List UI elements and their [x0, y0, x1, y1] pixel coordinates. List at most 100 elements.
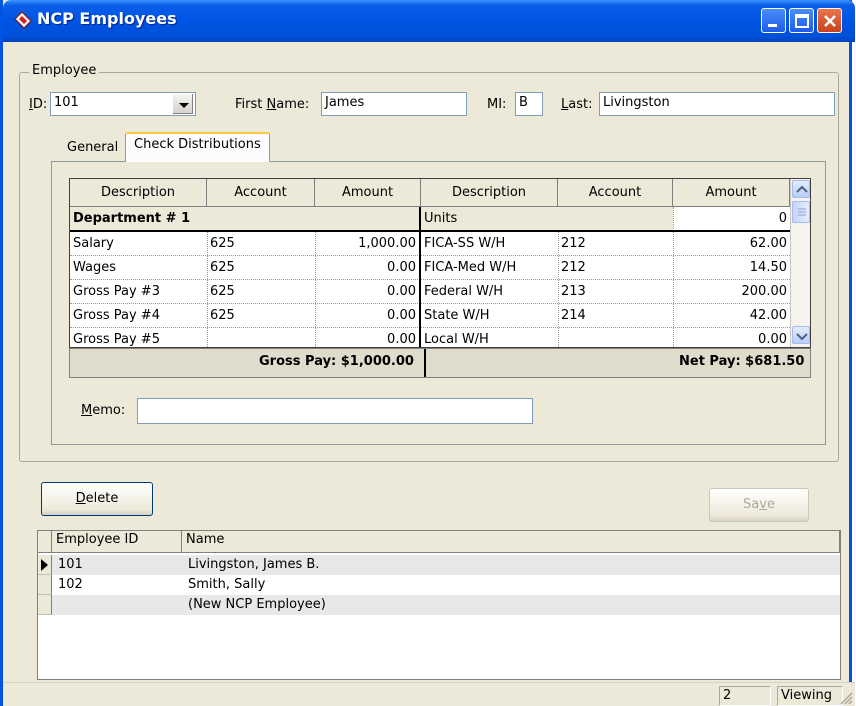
totals-separator: [424, 349, 426, 377]
mi-value: B: [519, 95, 528, 110]
close-icon: [824, 15, 836, 27]
column-header-left-account[interactable]: Account: [207, 179, 315, 207]
row1-right-description[interactable]: FICA-SS W/H: [421, 232, 558, 256]
column-header-right-amount[interactable]: Amount: [673, 179, 790, 207]
scroll-up-icon: [796, 185, 808, 193]
list-cell-id: 102: [58, 577, 83, 592]
first-name-label: First Name:: [235, 97, 310, 112]
column-header-left-amount[interactable]: Amount: [315, 179, 421, 207]
memo-field[interactable]: [137, 398, 533, 424]
department-label: Department # 1: [70, 207, 421, 231]
list-corner: [38, 531, 52, 553]
status-mode: Viewing: [777, 686, 843, 706]
last-name-value: Livingston: [603, 95, 670, 110]
row1-left-account[interactable]: 625: [207, 232, 315, 256]
row5-right-description[interactable]: Local W/H: [421, 328, 558, 347]
maximize-icon: [795, 14, 809, 28]
row-selector[interactable]: [38, 555, 52, 575]
grid-vertical-scrollbar[interactable]: [790, 179, 810, 347]
window-title: NCP Employees: [37, 9, 177, 28]
row3-right-amount[interactable]: 200.00: [673, 280, 790, 304]
list-cell-name: Smith, Sally: [188, 577, 266, 592]
row5-right-amount[interactable]: 0.00: [673, 328, 790, 347]
row1-left-amount[interactable]: 1,000.00: [315, 232, 419, 256]
column-header-name[interactable]: Name: [182, 531, 840, 553]
row2-right-account[interactable]: 212: [558, 256, 673, 280]
mi-label: MI:: [487, 97, 507, 112]
units-value[interactable]: 0: [673, 207, 790, 231]
row5-left-description[interactable]: Gross Pay #5: [70, 328, 207, 347]
scroll-up-button[interactable]: [792, 180, 810, 198]
column-header-right-account[interactable]: Account: [558, 179, 673, 207]
row2-left-amount[interactable]: 0.00: [315, 256, 419, 280]
row4-left-amount[interactable]: 0.00: [315, 304, 419, 328]
row4-right-amount[interactable]: 42.00: [673, 304, 790, 328]
row3-left-description[interactable]: Gross Pay #3: [70, 280, 207, 304]
scroll-down-icon: [796, 333, 808, 341]
row5-left-account[interactable]: [207, 328, 315, 347]
memo-label: Memo:: [81, 403, 126, 418]
mi-field[interactable]: B: [515, 92, 543, 116]
close-button[interactable]: [817, 8, 842, 33]
row4-right-description[interactable]: State W/H: [421, 304, 558, 328]
employee-group-label: Employee: [29, 63, 100, 78]
first-name-value: James: [325, 95, 365, 110]
row2-right-description[interactable]: FICA-Med W/H: [421, 256, 558, 280]
id-dropdown-button[interactable]: [172, 93, 194, 115]
row5-left-amount[interactable]: 0.00: [315, 328, 419, 347]
list-cell-name: Livingston, James B.: [188, 557, 320, 572]
row-pointer-icon: [41, 559, 48, 571]
column-header-employee-id[interactable]: Employee ID: [52, 531, 182, 553]
column-header-right-description[interactable]: Description: [421, 179, 558, 207]
minimize-button[interactable]: [761, 8, 786, 33]
row-selector[interactable]: [38, 595, 52, 615]
row3-left-account[interactable]: 625: [207, 280, 315, 304]
save-button[interactable]: Save: [709, 488, 809, 522]
scroll-thumb[interactable]: [792, 201, 810, 223]
title-bar[interactable]: NCP Employees: [3, 0, 855, 42]
list-cell-id: [54, 595, 182, 615]
distributions-grid[interactable]: Description Account Amount Description A…: [69, 178, 811, 348]
ncp-employees-window: NCP Employees Employee ID: 101 First Nam…: [0, 0, 855, 706]
row1-right-amount[interactable]: 62.00: [673, 232, 790, 256]
row-selector[interactable]: [38, 575, 52, 595]
row2-left-account[interactable]: 625: [207, 256, 315, 280]
row1-right-account[interactable]: 212: [558, 232, 673, 256]
resize-grip-icon[interactable]: [839, 691, 853, 705]
row1-left-description[interactable]: Salary: [70, 232, 207, 256]
list-row-101[interactable]: 101 Livingston, James B.: [38, 555, 840, 575]
row2-right-amount[interactable]: 14.50: [673, 256, 790, 280]
net-pay-total: Net Pay: $681.50: [679, 354, 805, 369]
employee-list[interactable]: Employee ID Name 101 Livingston, James B…: [37, 530, 841, 680]
row3-right-description[interactable]: Federal W/H: [421, 280, 558, 304]
row5-right-account[interactable]: [558, 328, 673, 347]
list-row-new[interactable]: (New NCP Employee): [38, 595, 840, 615]
row4-left-account[interactable]: 625: [207, 304, 315, 328]
minimize-icon: [768, 24, 777, 27]
delete-button[interactable]: Delete: [41, 482, 153, 516]
id-label: ID:: [29, 97, 48, 112]
app-icon: [14, 11, 32, 29]
last-name-label: Last:: [561, 97, 593, 112]
row3-left-amount[interactable]: 0.00: [315, 280, 419, 304]
row2-left-description[interactable]: Wages: [70, 256, 207, 280]
row4-right-account[interactable]: 214: [558, 304, 673, 328]
list-cell-name: (New NCP Employee): [188, 597, 326, 612]
column-header-left-description[interactable]: Description: [70, 179, 207, 207]
first-name-field[interactable]: James: [321, 92, 467, 116]
tab-check-distributions[interactable]: Check Distributions: [125, 132, 270, 162]
status-bar: 2 Viewing: [3, 682, 855, 706]
gross-pay-total: Gross Pay: $1,000.00: [259, 354, 414, 369]
row4-left-description[interactable]: Gross Pay #4: [70, 304, 207, 328]
units-label: Units: [421, 207, 673, 231]
list-cell-id: 101: [58, 557, 83, 572]
status-record-count: 2: [719, 686, 771, 706]
row3-right-account[interactable]: 213: [558, 280, 673, 304]
id-value: 101: [54, 95, 79, 110]
list-row-102[interactable]: 102 Smith, Sally: [38, 575, 840, 595]
tab-general[interactable]: General: [59, 137, 126, 163]
maximize-button[interactable]: [789, 8, 814, 33]
last-name-field[interactable]: Livingston: [599, 92, 835, 116]
scroll-down-button[interactable]: [792, 326, 810, 344]
scroll-grip-icon: [798, 208, 806, 216]
